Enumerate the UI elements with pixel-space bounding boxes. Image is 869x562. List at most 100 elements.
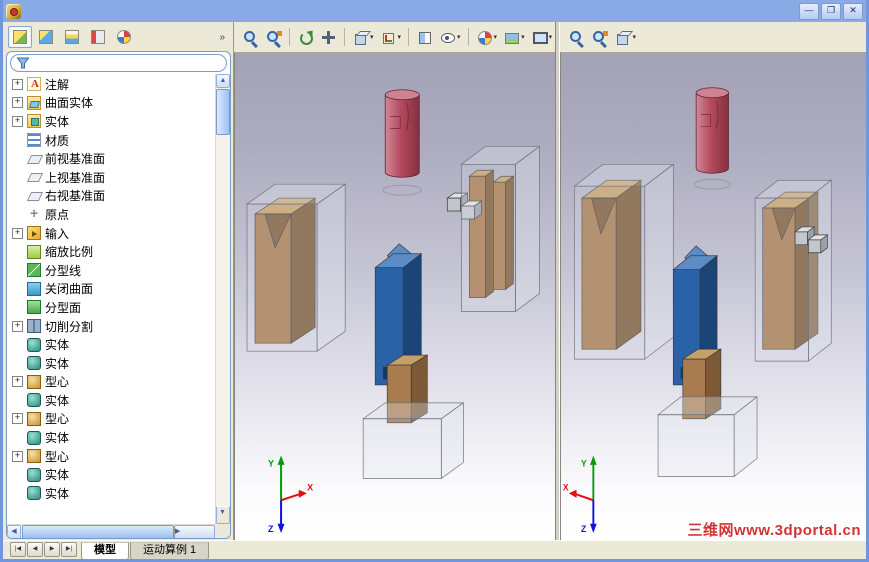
zoom-area-icon <box>265 28 282 46</box>
dimxpert-manager-tab-icon <box>91 30 105 44</box>
tree-item[interactable]: 关闭曲面 <box>9 280 215 299</box>
body-icon <box>27 467 41 482</box>
dropdown-caret-icon[interactable]: ▾ <box>398 33 402 41</box>
feature-manager-tab[interactable] <box>8 26 32 48</box>
tab-nav-button-3[interactable]: ▶| <box>61 542 77 557</box>
zoom-fit-button[interactable] <box>566 27 587 48</box>
zoom-fit-button[interactable] <box>240 27 261 48</box>
panel-overflow-button[interactable]: » <box>216 32 228 43</box>
expander-icon[interactable] <box>12 227 23 239</box>
vertical-scroll-thumb[interactable] <box>216 89 230 135</box>
tree-item[interactable]: 实体 <box>9 112 215 131</box>
pan-button[interactable] <box>318 27 339 48</box>
tree-vertical-scrollbar[interactable]: ▲ ▼ <box>215 74 230 524</box>
feature-tree-panel: 注解 曲面实体 实体 材质 前视基准面 上视基准面 右视基准面 原点 <box>6 51 231 539</box>
scroll-right-button[interactable]: ▶ <box>174 524 215 538</box>
close-button[interactable]: ✕ <box>843 2 863 20</box>
display-style-button[interactable]: ▾ <box>612 27 638 48</box>
zoom-area-button[interactable] <box>589 27 610 48</box>
rotate-view-button[interactable] <box>295 27 316 48</box>
tree-item[interactable]: 右视基准面 <box>9 187 215 206</box>
tree-item[interactable]: 前视基准面 <box>9 149 215 168</box>
dropdown-caret-icon[interactable]: ▾ <box>549 33 553 41</box>
display-manager-tab[interactable] <box>112 26 136 48</box>
scroll-left-button[interactable]: ◀ <box>7 524 21 538</box>
property-manager-tab[interactable] <box>34 26 58 48</box>
tree-item[interactable]: 分型线 <box>9 261 215 280</box>
tree-item[interactable]: 型心 <box>9 447 215 466</box>
minimize-button[interactable]: — <box>799 2 819 20</box>
dropdown-caret-icon[interactable]: ▾ <box>632 33 636 41</box>
tree-item-label: 分型面 <box>45 300 82 315</box>
expander-icon[interactable] <box>12 450 23 462</box>
tree-item[interactable]: 型心 <box>9 410 215 429</box>
tab-nav-button-1[interactable]: ◀ <box>27 542 43 557</box>
tree-item[interactable]: 材质 <box>9 131 215 150</box>
solid-folder-icon <box>27 114 41 129</box>
horizontal-scroll-thumb[interactable] <box>22 524 174 538</box>
configuration-manager-tab-icon <box>65 30 79 44</box>
apply-scene-button[interactable]: ▾ <box>501 27 527 48</box>
hide-show-items-button[interactable]: ▾ <box>437 27 463 48</box>
edit-appearance-icon <box>476 29 493 46</box>
viewport-right[interactable]: Y X Z 三维网www.3dportal.cn <box>560 53 866 540</box>
app-icon[interactable] <box>6 3 21 19</box>
display-style-button[interactable]: ▾ <box>350 27 376 48</box>
expander-icon[interactable] <box>12 320 23 332</box>
expander-icon[interactable] <box>12 78 23 90</box>
edit-appearance-button[interactable]: ▾ <box>474 27 500 48</box>
tab-nav-button-2[interactable]: ▶ <box>44 542 60 557</box>
tree-item[interactable]: 原点 <box>9 205 215 224</box>
view-orientation-button[interactable]: ▾ <box>378 27 404 48</box>
zoom-area-icon <box>591 28 609 46</box>
parting-surface-icon <box>27 300 41 315</box>
tree-item[interactable]: 型心 <box>9 373 215 392</box>
tree-item[interactable]: 曲面实体 <box>9 94 215 113</box>
dimxpert-manager-tab[interactable] <box>86 26 110 48</box>
tree-item[interactable]: 上视基准面 <box>9 168 215 187</box>
tree-item-label: 型心 <box>45 449 70 464</box>
scroll-up-button[interactable]: ▲ <box>216 74 230 88</box>
dropdown-caret-icon[interactable]: ▾ <box>370 33 374 41</box>
tab-motion-study[interactable]: 运动算例 1 <box>130 542 210 560</box>
expander-icon[interactable] <box>12 97 23 109</box>
tree-item[interactable]: 注解 <box>9 75 215 94</box>
tree-item[interactable]: 实体 <box>9 428 215 447</box>
tree-item[interactable]: 输入 <box>9 224 215 243</box>
toolbar-separator <box>344 28 345 46</box>
scroll-down-button[interactable]: ▼ <box>216 506 230 524</box>
svg-text:Y: Y <box>268 458 274 468</box>
view-settings-button[interactable]: ▾ <box>529 27 555 48</box>
expander-icon[interactable] <box>12 413 23 425</box>
tree-item[interactable]: 实体 <box>9 391 215 410</box>
dropdown-caret-icon[interactable]: ▾ <box>521 33 525 41</box>
dropdown-caret-icon[interactable]: ▾ <box>494 33 498 41</box>
core-icon <box>27 411 41 426</box>
tree-item-label: 型心 <box>45 375 70 390</box>
feature-manager-tab-icon <box>13 30 27 44</box>
section-view-button[interactable] <box>414 27 435 48</box>
body-icon <box>27 393 41 408</box>
expander-icon[interactable] <box>12 376 23 388</box>
svg-text:Z: Z <box>581 524 587 534</box>
tree-item[interactable]: 实体 <box>9 484 215 503</box>
tree-filter-bar[interactable] <box>10 54 227 72</box>
tree-item[interactable]: 实体 <box>9 335 215 354</box>
tab-model[interactable]: 模型 <box>81 542 129 560</box>
configuration-manager-tab[interactable] <box>60 26 84 48</box>
dropdown-caret-icon[interactable]: ▾ <box>457 33 461 41</box>
titlebar: — ❐ ✕ <box>3 0 866 22</box>
tree-item[interactable]: 实体 <box>9 465 215 484</box>
zoom-area-button[interactable] <box>263 27 284 48</box>
tab-nav-button-0[interactable]: |◀ <box>10 542 26 557</box>
tree-item[interactable]: 分型面 <box>9 298 215 317</box>
expander-icon[interactable] <box>12 115 23 127</box>
tree-item[interactable]: 切削分割 <box>9 317 215 336</box>
viewport-left[interactable]: Y X Z <box>234 53 556 540</box>
tree-item[interactable]: 缩放比例 <box>9 242 215 261</box>
filter-icon <box>16 57 30 69</box>
tree-item[interactable]: 实体 <box>9 354 215 373</box>
maximize-button[interactable]: ❐ <box>821 2 841 20</box>
tree-item-label: 实体 <box>45 393 70 408</box>
tree-horizontal-scrollbar[interactable]: ◀ ▶ <box>7 524 215 538</box>
